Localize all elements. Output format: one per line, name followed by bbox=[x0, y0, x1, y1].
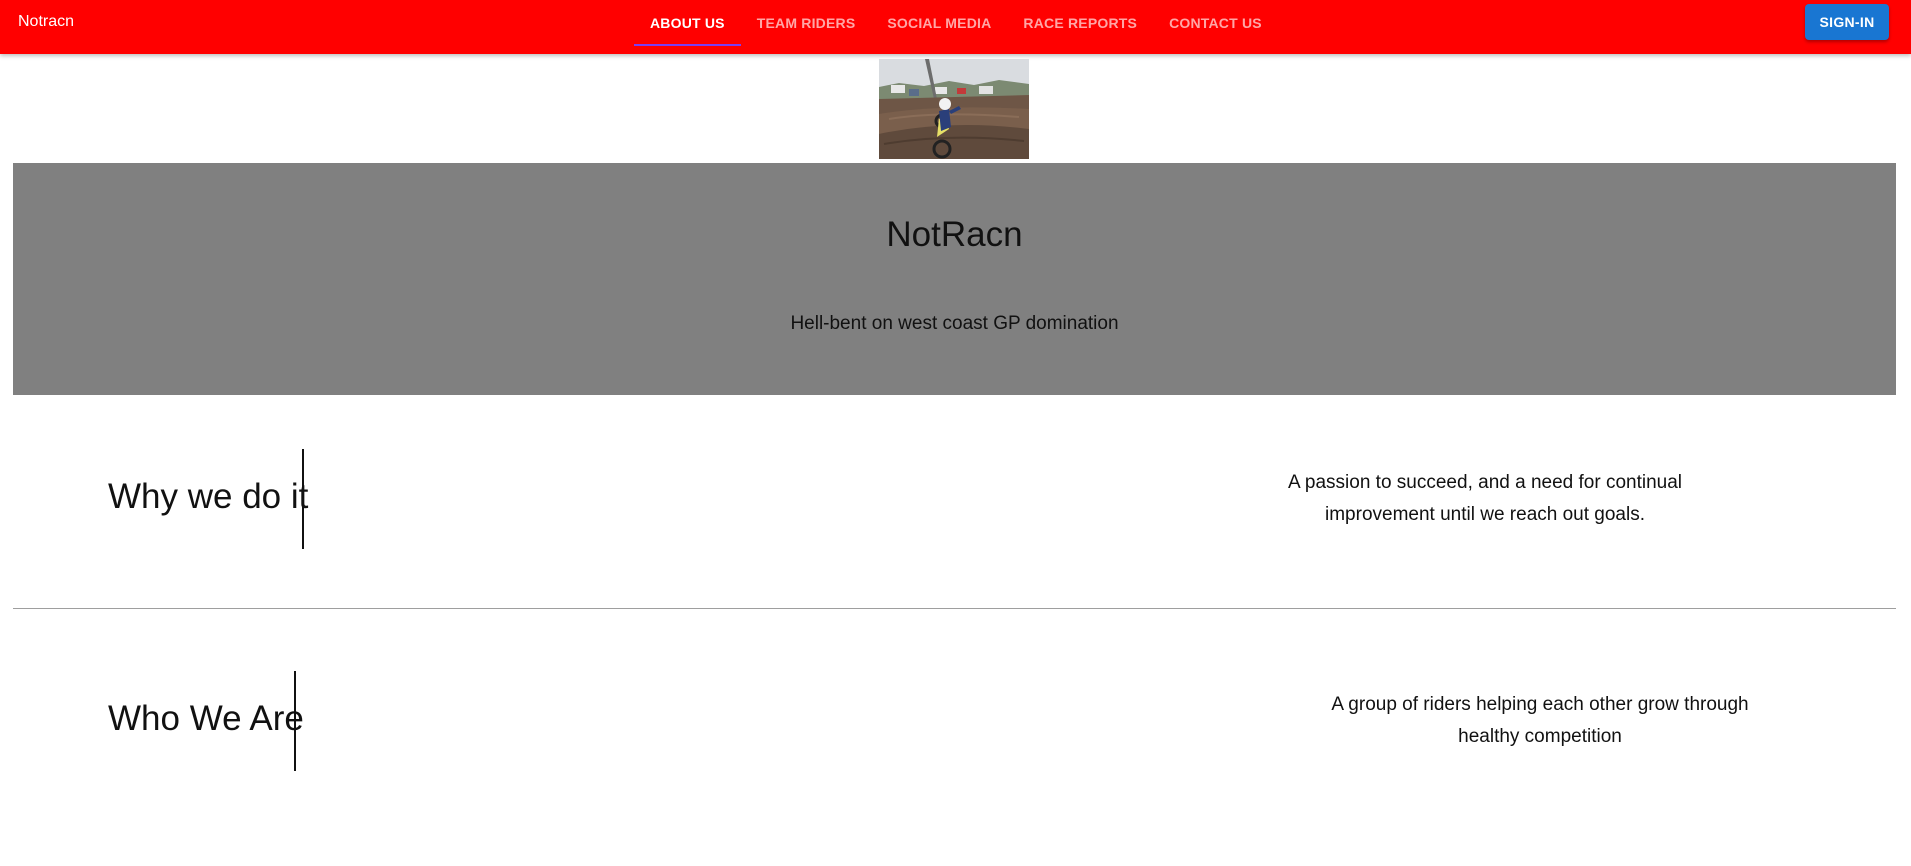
section-heading-why: Why we do it bbox=[108, 477, 309, 516]
app-bar: Notracn ABOUT US TEAM RIDERS SOCIAL MEDI… bbox=[0, 0, 1911, 54]
section-divider bbox=[13, 608, 1896, 609]
motocross-rider-image bbox=[879, 59, 1029, 159]
tab-about-us[interactable]: ABOUT US bbox=[634, 0, 741, 46]
brand-title[interactable]: Notracn bbox=[18, 12, 74, 32]
sign-in-button[interactable]: SIGN-IN bbox=[1805, 4, 1889, 40]
section-text-who: A group of riders helping each other gro… bbox=[1331, 694, 1749, 747]
text-cursor bbox=[294, 671, 296, 771]
tab-contact-us[interactable]: CONTACT US bbox=[1153, 0, 1278, 46]
tab-team-riders[interactable]: TEAM RIDERS bbox=[741, 0, 872, 46]
tab-social-media[interactable]: SOCIAL MEDIA bbox=[871, 0, 1007, 46]
motocross-photo-graphic bbox=[879, 59, 1029, 159]
banner-title: NotRacn bbox=[886, 215, 1023, 254]
section-text-why: A passion to succeed, and a need for con… bbox=[1288, 472, 1682, 525]
tab-race-reports[interactable]: RACE REPORTS bbox=[1007, 0, 1153, 46]
nav-tabs: ABOUT US TEAM RIDERS SOCIAL MEDIA RACE R… bbox=[634, 0, 1278, 54]
text-cursor bbox=[302, 449, 304, 549]
hero-banner: NotRacn Hell-bent on west coast GP domin… bbox=[13, 163, 1896, 395]
banner-subtitle: Hell-bent on west coast GP domination bbox=[790, 313, 1119, 334]
section-heading-who: Who We Are bbox=[108, 699, 304, 738]
